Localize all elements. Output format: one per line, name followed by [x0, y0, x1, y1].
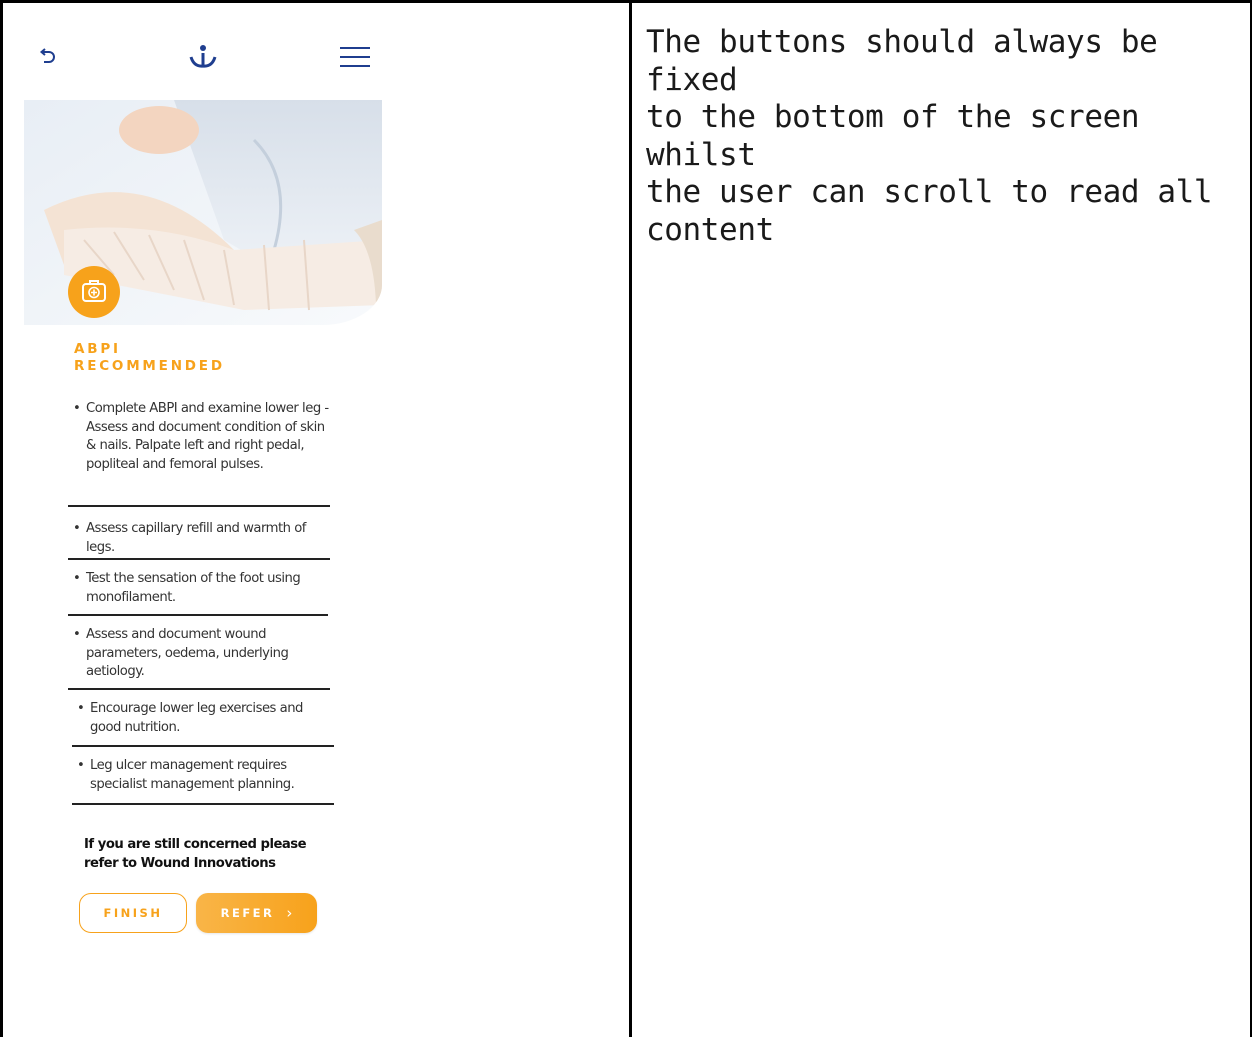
list-item: • Complete ABPI and examine lower leg - … — [68, 400, 330, 507]
list-item: • Leg ulcer management requires speciali… — [72, 747, 334, 805]
chevron-right-icon: › — [286, 904, 293, 922]
list-item: • Encourage lower leg exercises and good… — [72, 690, 334, 747]
referral-prompt: If you are still concerned please refer … — [84, 835, 334, 873]
refer-button[interactable]: REFER › — [196, 893, 317, 933]
list-item: • Assess and document wound parameters, … — [68, 616, 330, 690]
list-item-text: Assess capillary refill and warmth of le… — [86, 521, 306, 555]
list-item-text: Encourage lower leg exercises and good n… — [90, 701, 303, 735]
note-line-1: The buttons should always be fixed — [646, 24, 1158, 98]
section-title: ABPI RECOMMENDED — [74, 341, 225, 375]
top-bar — [24, 38, 382, 78]
back-arrow-icon[interactable] — [38, 48, 58, 69]
referral-prompt-line-1: If you are still concerned please — [84, 837, 307, 852]
list-item: • Assess capillary refill and warmth of … — [68, 507, 330, 560]
medical-kit-icon — [68, 266, 120, 318]
recommendation-list: • Complete ABPI and examine lower leg - … — [68, 400, 334, 805]
wound-innovations-logo-icon[interactable] — [188, 43, 218, 76]
finish-button[interactable]: FINISH — [79, 893, 187, 933]
note-line-3: the user can scroll to read all — [646, 174, 1213, 210]
column-divider — [629, 0, 632, 1037]
list-item-text: Assess and document wound parameters, oe… — [86, 627, 289, 680]
list-item-text: Leg ulcer management requires specialist… — [90, 758, 295, 792]
list-item-text: Test the sensation of the foot using mon… — [86, 571, 301, 605]
annotation-note: The buttons should always be fixed to th… — [646, 24, 1226, 249]
refer-button-label: REFER — [220, 906, 275, 920]
hamburger-menu-icon[interactable] — [340, 46, 370, 73]
note-line-2: to the bottom of the screen whilst — [646, 99, 1140, 173]
section-title-line-2: RECOMMENDED — [74, 358, 225, 374]
list-item: • Test the sensation of the foot using m… — [68, 560, 328, 616]
finish-button-label: FINISH — [103, 906, 163, 920]
section-title-line-1: ABPI — [74, 341, 121, 357]
list-item-text: Complete ABPI and examine lower leg - As… — [86, 401, 329, 472]
referral-prompt-line-2: refer to Wound Innovations — [84, 856, 276, 871]
note-line-4: content — [646, 211, 774, 248]
